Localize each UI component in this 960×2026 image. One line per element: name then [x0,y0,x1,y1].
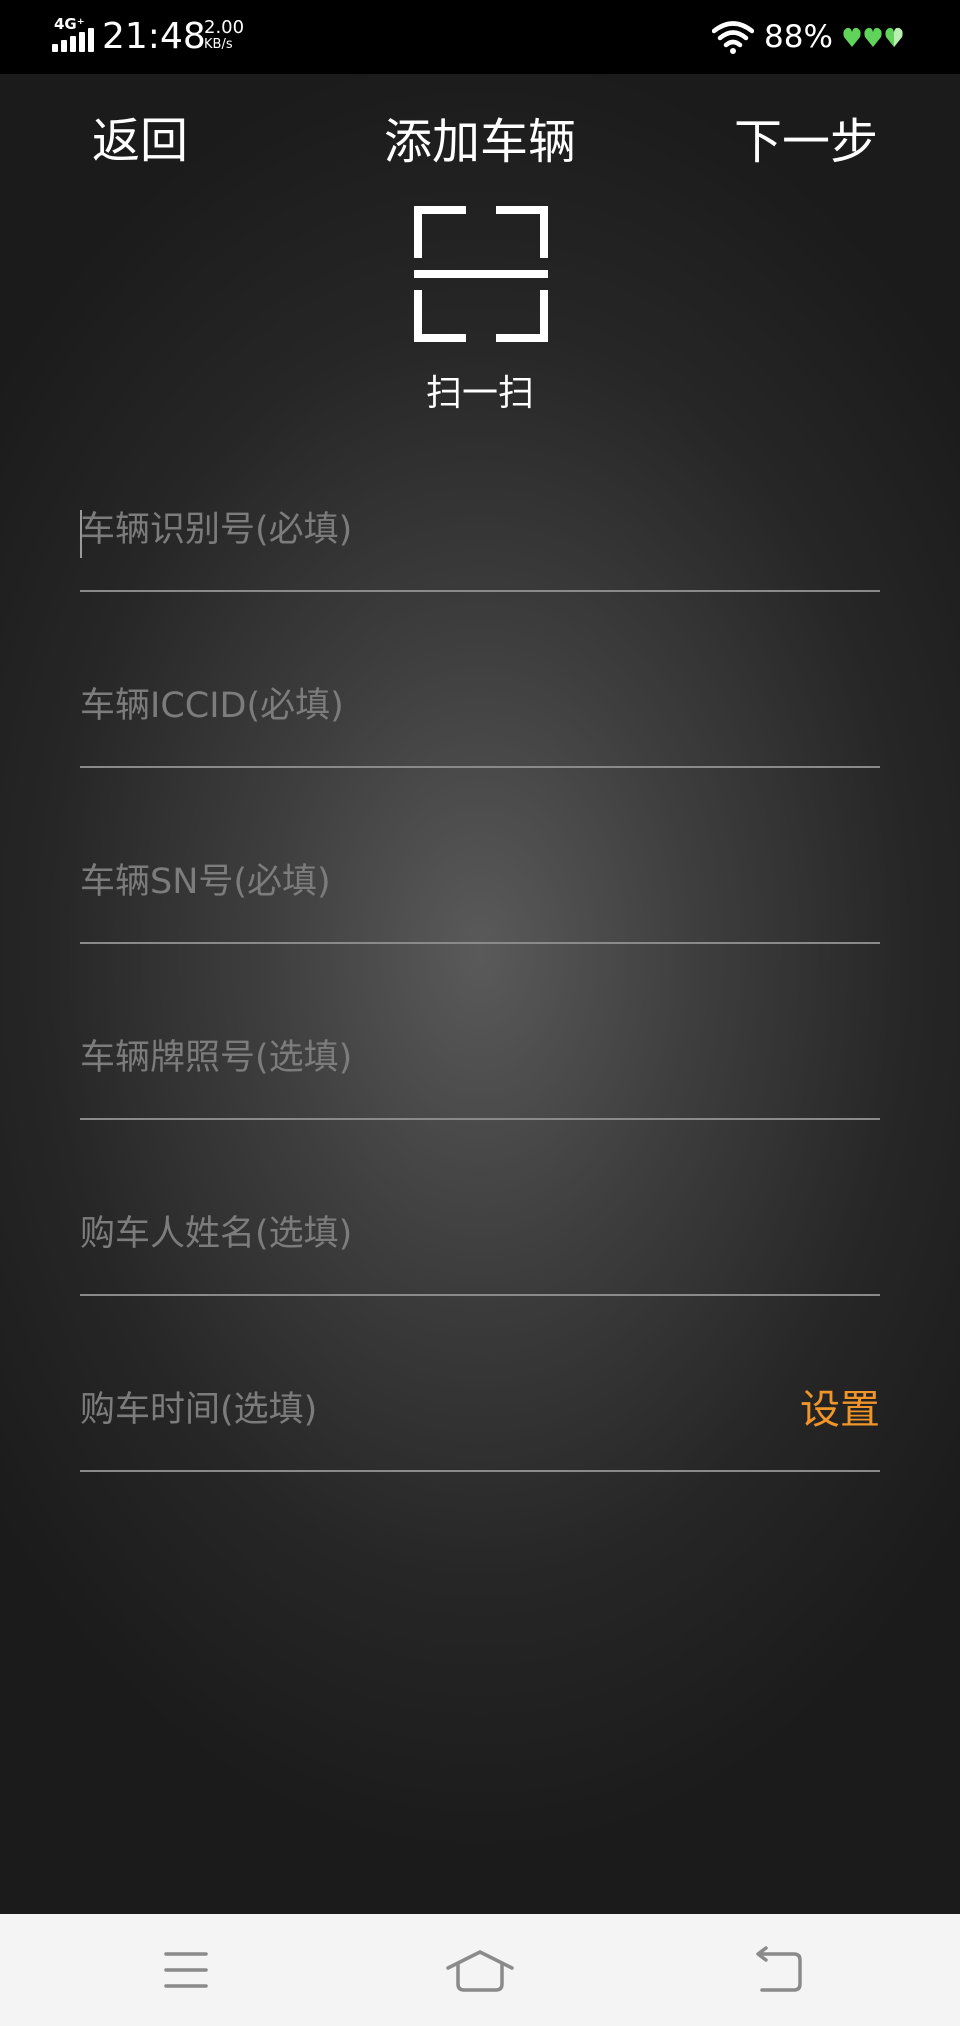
sn-input[interactable] [80,822,880,942]
speed-value: 2.00 [204,17,245,38]
status-bar: 4G⁺ 21:48 2.00 KB/s 88% [0,0,960,74]
buyer-name-field[interactable] [80,1174,880,1296]
home-button[interactable] [420,1914,540,2026]
battery-percent: 88% [764,19,833,55]
back-icon [756,1946,802,1992]
back-nav-button[interactable] [718,1914,838,2026]
status-time: 21:48 [102,16,206,57]
menu-icon [164,1952,208,1988]
battery-icon [842,24,906,50]
speed-unit: KB/s [204,37,233,52]
buyer-name-input[interactable] [80,1174,880,1294]
next-step-button[interactable]: 下一步 [734,112,878,172]
plate-input[interactable] [80,998,880,1118]
back-button[interactable]: 返回 [92,112,188,172]
network-type: 4G⁺ [54,15,85,33]
iccid-input[interactable] [80,646,880,766]
plate-field[interactable] [80,998,880,1120]
scan-button[interactable]: 扫一扫 [400,204,560,424]
scan-label: 扫一扫 [425,373,534,414]
sn-field[interactable] [80,822,880,944]
home-icon [446,1950,514,1992]
purchase-time-input[interactable] [80,1350,680,1470]
vin-field[interactable] [80,470,880,592]
app-screen: 4G⁺ 21:48 2.00 KB/s 88% 返回 添加车辆 下一步 扫一扫 … [0,0,960,2026]
wifi-icon [711,20,755,54]
scan-icon [414,206,548,342]
purchase-time-field[interactable]: 设置 [80,1350,880,1472]
vin-input[interactable] [80,470,880,590]
network-speed: 2.00 KB/s [204,17,264,53]
iccid-field[interactable] [80,646,880,768]
signal-icon: 4G⁺ [52,16,94,54]
menu-button[interactable] [126,1914,246,2026]
system-navigation-bar [0,1914,960,2026]
set-purchase-time-button[interactable]: 设置 [800,1380,880,1440]
